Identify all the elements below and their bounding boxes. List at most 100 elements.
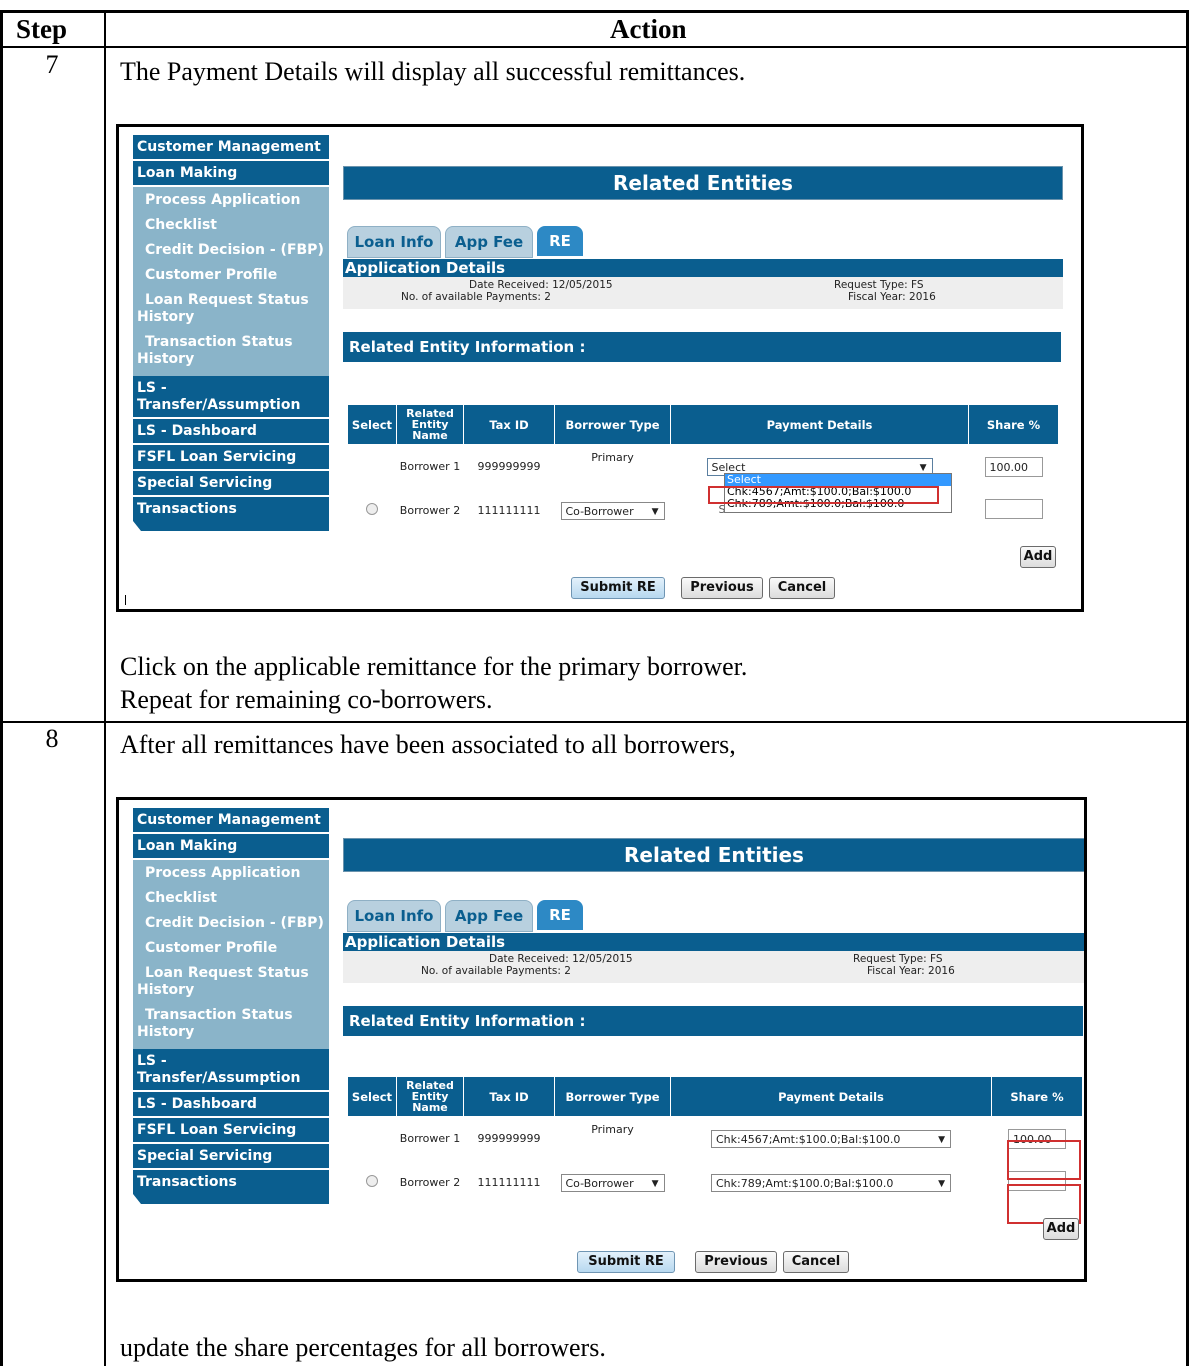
add-button[interactable]: Add — [1043, 1218, 1079, 1240]
table-row: Borrower 1 999999999 Primary Chk:4567;Am… — [347, 1116, 1083, 1161]
nav-fsfl-loan-servicing[interactable]: FSFL Loan Servicing — [133, 1118, 329, 1144]
nav-ls-transfer[interactable]: LS - Transfer/Assumption — [133, 376, 329, 419]
nav-checklist[interactable]: Checklist — [137, 213, 325, 238]
previous-button[interactable]: Previous — [695, 1251, 777, 1273]
nav-transaction-status[interactable]: Transaction Status History — [137, 330, 325, 372]
action-header: Action — [610, 14, 687, 44]
nav-process-application[interactable]: Process Application — [137, 188, 325, 213]
add-button[interactable]: Add — [1020, 546, 1056, 568]
col-share: Share % — [991, 1076, 1083, 1117]
nav-ls-dashboard[interactable]: LS - Dashboard — [133, 419, 329, 445]
nav-ls-dashboard[interactable]: LS - Dashboard — [133, 1092, 329, 1118]
nav-loan-making[interactable]: Loan Making — [133, 161, 329, 187]
borrower-type: Primary — [554, 444, 671, 489]
entity-name: Borrower 1 — [396, 1116, 464, 1161]
entity-name: Borrower 2 — [396, 1160, 464, 1205]
nav-transactions[interactable]: Transactions — [133, 497, 329, 521]
application-details: Date Received: 12/05/2015 No. of availab… — [343, 951, 1084, 983]
table-row: Borrower 2 111111111 Co-Borrower ▼ Chk:78… — [347, 1160, 1083, 1205]
select-radio[interactable] — [366, 1175, 378, 1187]
submit-re-button[interactable]: Submit RE — [577, 1251, 675, 1273]
col-tax-id: Tax ID — [463, 404, 555, 445]
col-borrower-type: Borrower Type — [554, 1076, 671, 1117]
nav-loan-making[interactable]: Loan Making — [133, 834, 329, 860]
nav-footer — [133, 521, 329, 531]
nav-ls-transfer[interactable]: LS - Transfer/Assumption — [133, 1049, 329, 1092]
tab-loan-info[interactable]: Loan Info — [347, 226, 441, 258]
borrower-type-select[interactable]: Co-Borrower ▼ — [560, 1173, 665, 1192]
chevron-down-icon: ▼ — [938, 1134, 945, 1145]
column-divider — [104, 10, 106, 1366]
payment-select[interactable]: Chk:789;Amt:$100.0;Bal:$100.0 ▼ — [711, 1173, 951, 1192]
highlight-box — [1007, 1140, 1081, 1180]
entity-name: Borrower 1 — [396, 444, 464, 489]
nav-fsfl-loan-servicing[interactable]: FSFL Loan Servicing — [133, 445, 329, 471]
nav-customer-management[interactable]: Customer Management — [133, 808, 329, 834]
nav-transactions[interactable]: Transactions — [133, 1170, 329, 1194]
tax-id: 111111111 — [463, 488, 555, 533]
application-details-heading: Application Details — [343, 933, 1084, 951]
step-header: Step — [16, 14, 68, 44]
fiscal-year: Fiscal Year: 2016 — [848, 291, 936, 303]
application-details: Date Received: 12/05/2015 No. of availab… — [343, 277, 1063, 309]
related-entity-table: Select Related Entity Name Tax ID Borrower… — [347, 404, 1059, 533]
nav-special-servicing[interactable]: Special Servicing — [133, 471, 329, 497]
payment-select[interactable]: Chk:4567;Amt:$100.0;Bal:$100.0 ▼ — [711, 1129, 951, 1148]
request-type: Request Type: FS — [853, 953, 943, 965]
step-instruction: Click on the applicable remittance for t… — [120, 652, 748, 681]
cancel-button[interactable]: Cancel — [783, 1251, 849, 1273]
request-type: Request Type: FS — [834, 279, 924, 291]
tab-re[interactable]: RE — [537, 226, 583, 256]
submit-re-button[interactable]: Submit RE — [571, 577, 665, 599]
col-borrower-type: Borrower Type — [554, 404, 671, 445]
available-payments: No. of available Payments: 2 — [421, 965, 571, 977]
related-entity-info-heading: Related Entity Information : — [343, 332, 1061, 362]
col-share: Share % — [968, 404, 1059, 445]
chevron-down-icon: ▼ — [651, 1178, 659, 1189]
tab-re[interactable]: RE — [537, 900, 583, 930]
screenshot-select-remittance: Customer Management Loan Making Process … — [116, 124, 1084, 612]
share-input[interactable]: 100.00 — [984, 456, 1043, 477]
highlight-box — [708, 486, 939, 504]
tax-id: 999999999 — [463, 1116, 555, 1161]
step-number: 8 — [45, 724, 59, 753]
nav-checklist[interactable]: Checklist — [137, 886, 325, 911]
tab-app-fee[interactable]: App Fee — [445, 226, 533, 258]
row-divider — [0, 721, 1189, 723]
tab-app-fee[interactable]: App Fee — [445, 900, 533, 932]
nav-customer-management[interactable]: Customer Management — [133, 135, 329, 161]
nav-transaction-status[interactable]: Transaction Status History — [137, 1003, 325, 1045]
nav-customer-profile[interactable]: Customer Profile — [137, 263, 325, 288]
nav-loan-request-status[interactable]: Loan Request Status History — [137, 961, 325, 1003]
nav-process-application[interactable]: Process Application — [137, 861, 325, 886]
related-entity-info-heading: Related Entity Information : — [343, 1006, 1083, 1036]
header-bottom-line — [0, 46, 1189, 48]
tab-loan-info[interactable]: Loan Info — [347, 900, 441, 932]
nav-credit-decision[interactable]: Credit Decision - (FBP) — [137, 238, 325, 263]
nav-special-servicing[interactable]: Special Servicing — [133, 1144, 329, 1170]
col-payment-details: Payment Details — [670, 1076, 992, 1117]
table-border-left — [0, 10, 3, 1366]
cancel-button[interactable]: Cancel — [769, 577, 835, 599]
fiscal-year: Fiscal Year: 2016 — [867, 965, 955, 977]
nav-loan-request-status[interactable]: Loan Request Status History — [137, 288, 325, 330]
previous-button[interactable]: Previous — [681, 577, 763, 599]
chevron-down-icon: ▼ — [938, 1178, 945, 1189]
step-number: 7 — [45, 50, 59, 79]
nav-submenu: Process Application Checklist Credit Dec… — [133, 187, 329, 376]
select-radio[interactable] — [366, 503, 378, 515]
procedure-document: Step Action 7 The Payment Details will d… — [0, 0, 1189, 1366]
left-nav: Customer Management Loan Making Process … — [133, 135, 329, 531]
borrower-type-select[interactable]: Co-Borrower ▼ — [560, 501, 665, 520]
table-border-top — [0, 10, 1189, 13]
available-payments: No. of available Payments: 2 — [401, 291, 551, 303]
step-intro: The Payment Details will display all suc… — [120, 57, 746, 86]
page-title: Related Entities — [343, 166, 1063, 200]
tax-id: 111111111 — [463, 1160, 555, 1205]
nav-customer-profile[interactable]: Customer Profile — [137, 936, 325, 961]
date-received: Date Received: 12/05/2015 — [489, 953, 633, 965]
left-nav: Customer Management Loan Making Process … — [133, 808, 329, 1204]
share-input[interactable] — [984, 499, 1043, 519]
nav-credit-decision[interactable]: Credit Decision - (FBP) — [137, 911, 325, 936]
col-entity-name: Related Entity Name — [396, 1076, 464, 1117]
